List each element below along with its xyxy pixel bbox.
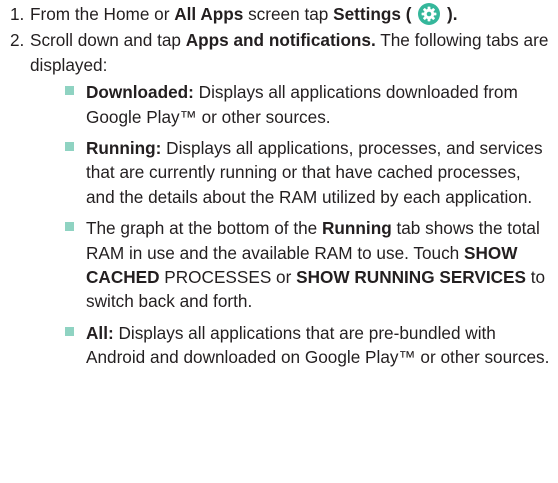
settings-close-paren: ). [442, 4, 458, 24]
step-text: From the Home or [30, 4, 175, 24]
bullet-label: All: [86, 322, 114, 343]
step-number: 2. [10, 30, 25, 51]
bullet-square-icon [65, 222, 74, 232]
bullet-label: Running: [86, 138, 162, 159]
step-1: 1. From the Home or All Apps screen tap … [0, 2, 552, 26]
tabs-list: Downloaded: Displays all applications do… [30, 80, 552, 369]
bullet-square-icon [65, 142, 74, 152]
list-item-graph: The graph at the bottom of the Running t… [30, 216, 552, 314]
step-text: Scroll down and tap [30, 30, 186, 51]
bullet-text: Displays all applications that are pre-b… [86, 322, 550, 368]
step-text: screen tap [243, 4, 334, 24]
step-2: 2. Scroll down and tap Apps and notifica… [0, 28, 552, 369]
bullet-square-icon [65, 326, 74, 336]
apps-notifications-label: Apps and notifications. [185, 30, 376, 51]
instruction-document: 1. From the Home or All Apps screen tap … [0, 2, 552, 377]
all-apps-label: All Apps [174, 4, 244, 24]
settings-gear-icon [418, 3, 441, 25]
step-number: 1. [10, 4, 25, 24]
show-running-services-label: SHOW RUNNING SERVICES [296, 267, 526, 288]
settings-label: Settings ( [333, 4, 417, 24]
list-item-all: All: Displays all applications that are … [30, 321, 552, 370]
bullet-square-icon [65, 86, 74, 96]
bullet-text: The graph at the bottom of the [86, 218, 323, 239]
bullet-label: Downloaded: [86, 82, 194, 103]
running-label: Running [322, 218, 392, 239]
bullet-text: PROCESSES or [159, 267, 297, 288]
list-item-running: Running: Displays all applications, proc… [30, 136, 552, 209]
list-item-downloaded: Downloaded: Displays all applications do… [30, 80, 552, 129]
